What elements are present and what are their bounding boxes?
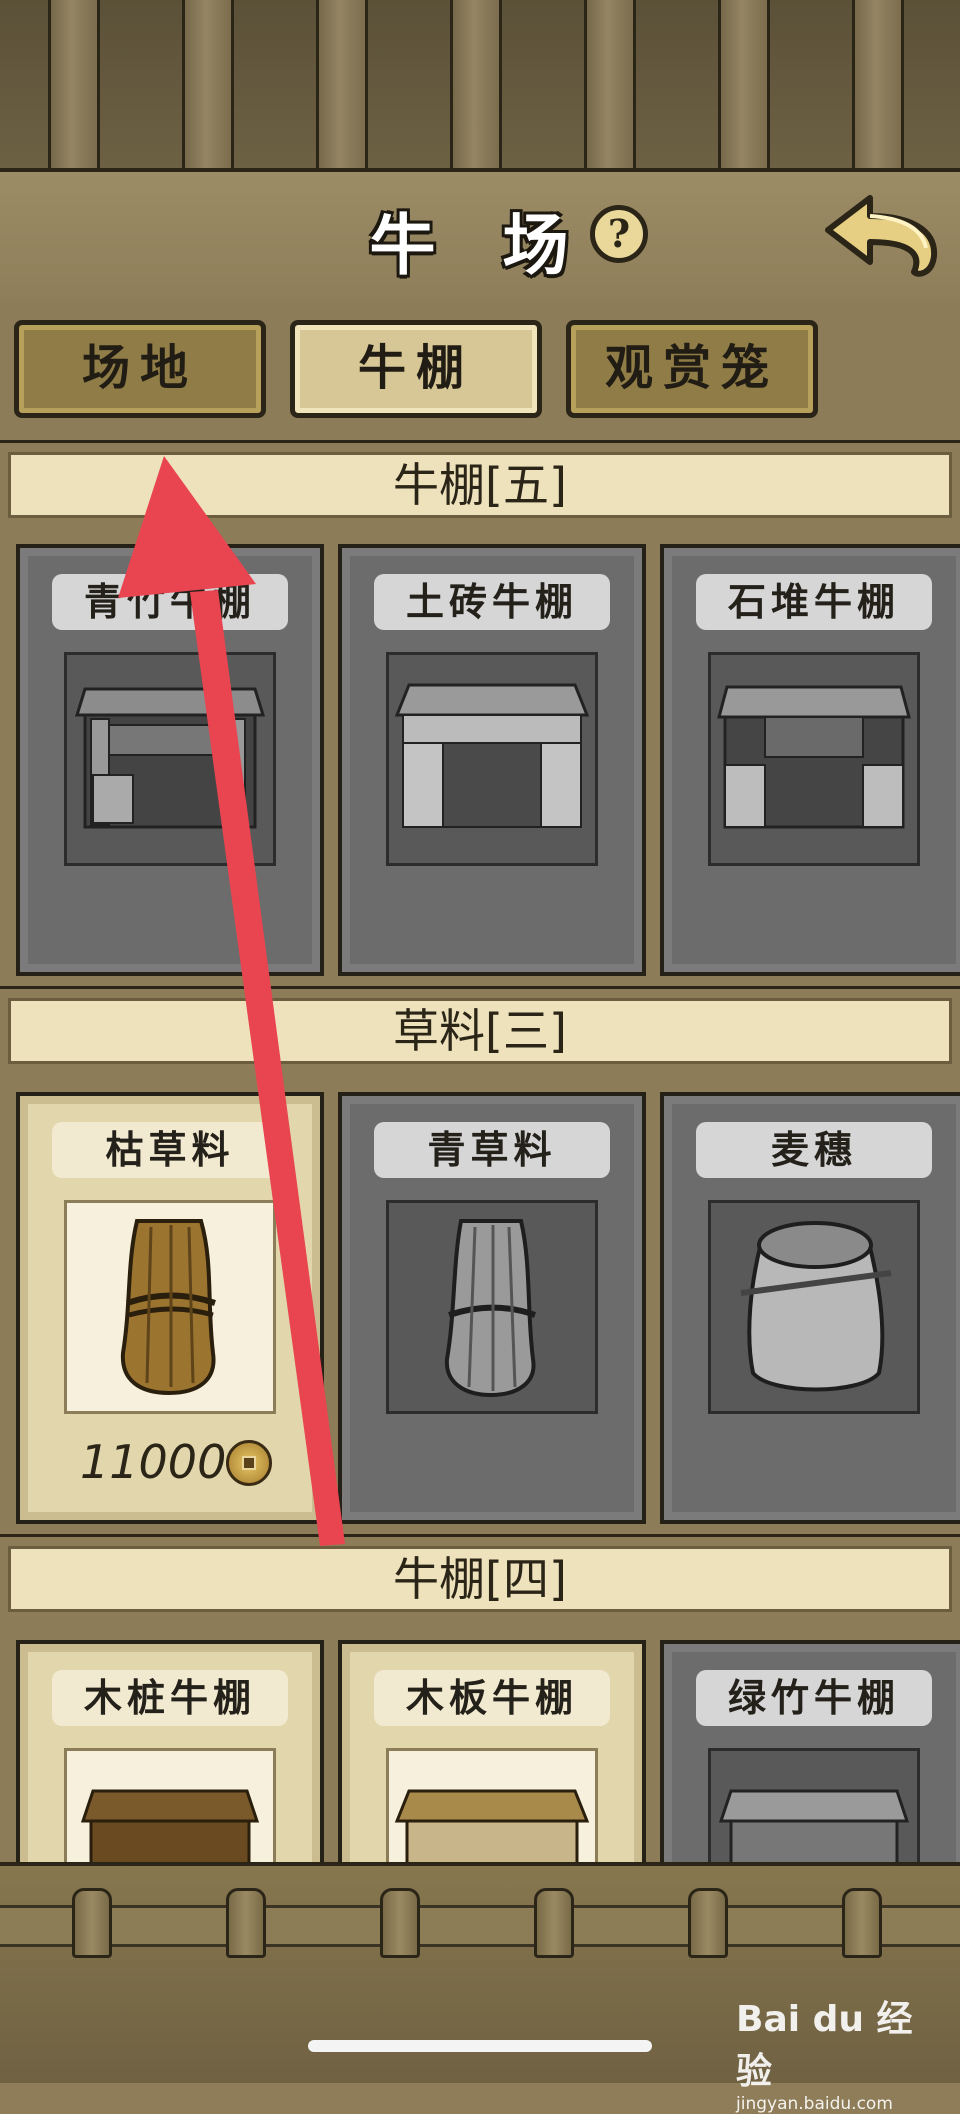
- card-label: 木板牛棚: [374, 1670, 610, 1726]
- hay-bundle-icon: [120, 1219, 216, 1396]
- card-label: 绿竹牛棚: [696, 1670, 932, 1726]
- feed-card-qingcao[interactable]: 青草料: [338, 1092, 646, 1524]
- section-title: 草料[三]: [8, 998, 952, 1064]
- section-title: 牛棚[五]: [8, 452, 952, 518]
- fence-post: [688, 1888, 728, 1958]
- top-wall: [0, 0, 960, 168]
- card-image: [64, 1200, 276, 1414]
- back-arrow-icon: [825, 195, 938, 277]
- fence-post: [380, 1888, 420, 1958]
- price-value: 11000: [80, 1435, 227, 1489]
- barn-card-qingzhu[interactable]: 青竹牛棚: [16, 544, 324, 976]
- feed-card-kucao[interactable]: 枯草料 11000: [16, 1092, 324, 1524]
- card-image: [64, 652, 276, 866]
- card-label: 木桩牛棚: [52, 1670, 288, 1726]
- tab-display-cage[interactable]: 观赏笼: [566, 320, 818, 418]
- wall-post: [450, 0, 502, 168]
- barn-card-shidui[interactable]: 石堆牛棚: [660, 544, 960, 976]
- section-title: 牛棚[四]: [8, 1546, 952, 1612]
- wall-post: [718, 0, 770, 168]
- watermark-url: jingyan.baidu.com: [736, 2094, 893, 2114]
- fence-post: [842, 1888, 882, 1958]
- wall-post: [852, 0, 904, 168]
- thatched-barn-icon: [74, 687, 266, 829]
- stone-barn-icon: [717, 685, 911, 829]
- card-image: [708, 652, 920, 866]
- card-label: 青草料: [374, 1122, 610, 1178]
- tab-venue[interactable]: 场地: [14, 320, 266, 418]
- home-indicator[interactable]: [308, 2040, 652, 2052]
- page-title: 牛 场: [369, 206, 591, 284]
- card-image: [386, 1200, 598, 1414]
- fence-post: [534, 1888, 574, 1958]
- wall-post: [48, 0, 100, 168]
- card-label: 青竹牛棚: [52, 574, 288, 630]
- barn-card-tuzhuan[interactable]: 土砖牛棚: [338, 544, 646, 976]
- brick-barn-icon: [394, 683, 590, 828]
- wall-post: [182, 0, 234, 168]
- card-label: 枯草料: [52, 1122, 288, 1178]
- fence-rail: [0, 1905, 960, 1947]
- watermark-logo: Bai du 经验: [736, 1999, 913, 2092]
- grass-bundle-icon: [444, 1219, 537, 1398]
- back-button[interactable]: [822, 192, 942, 278]
- tab-barn[interactable]: 牛棚: [290, 320, 542, 418]
- card-label: 土砖牛棚: [374, 574, 610, 630]
- wall-post: [316, 0, 368, 168]
- feed-card-maisui[interactable]: 麦穗: [660, 1092, 960, 1524]
- watermark: Bai du 经验 jingyan.baidu.com: [736, 1990, 946, 2114]
- wall-post: [584, 0, 636, 168]
- card-label: 石堆牛棚: [696, 574, 932, 630]
- fence-post: [226, 1888, 266, 1958]
- grain-sack-icon: [740, 1221, 892, 1392]
- card-image: [386, 652, 598, 866]
- card-label: 麦穗: [696, 1122, 932, 1178]
- card-image: [708, 1200, 920, 1414]
- coin-icon: [226, 1440, 272, 1486]
- fence-post: [72, 1888, 112, 1958]
- help-button[interactable]: ?: [590, 205, 648, 263]
